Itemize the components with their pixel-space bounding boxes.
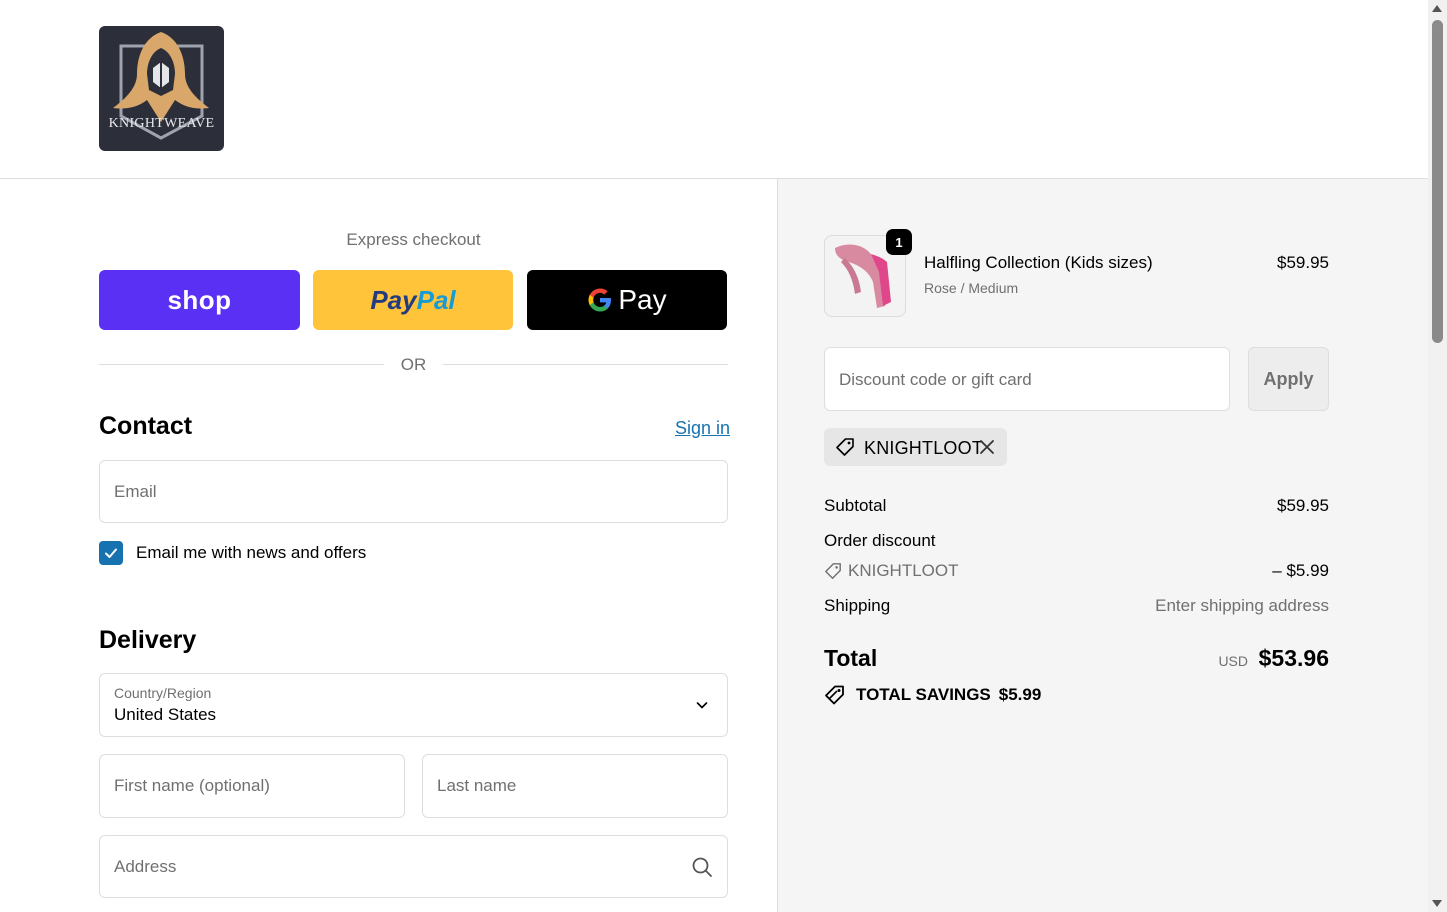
apply-discount-button[interactable]: Apply xyxy=(1248,347,1329,411)
product-variant: Rose / Medium xyxy=(924,280,1019,296)
tag-icon xyxy=(825,563,841,579)
tag-icon xyxy=(835,437,855,462)
paypal-label-part2: Pal xyxy=(416,284,456,315)
country-select[interactable]: Country/Region United States xyxy=(99,673,728,737)
express-checkout-title: Express checkout xyxy=(346,230,481,249)
product-name: Halfling Collection (Kids sizes) xyxy=(924,253,1153,272)
contact-title: Contact xyxy=(99,412,193,440)
subtotal-value: $59.95 xyxy=(1277,496,1329,515)
google-pay-label: Pay xyxy=(618,284,667,315)
google-g-icon xyxy=(587,287,613,313)
sign-in-link[interactable]: Sign in xyxy=(675,418,730,439)
address-field[interactable]: Address xyxy=(99,835,728,898)
header: KNIGHTWEAVE xyxy=(0,0,1428,179)
subtotal-label: Subtotal xyxy=(824,496,887,515)
discount-code-input[interactable]: Discount code or gift card xyxy=(824,347,1230,411)
remove-discount-icon[interactable] xyxy=(978,438,996,461)
divider-line-right xyxy=(443,364,728,365)
country-value: United States xyxy=(114,705,217,724)
newsletter-label: Email me with news and offers xyxy=(136,543,367,562)
or-label: OR xyxy=(400,355,427,374)
search-icon[interactable] xyxy=(691,856,713,883)
product-price: $59.95 xyxy=(1277,253,1329,272)
scrollbar-thumb[interactable] xyxy=(1432,20,1443,343)
total-savings-value: $5.99 xyxy=(998,685,1042,704)
applied-discount-code: KNIGHTLOOT xyxy=(864,438,984,458)
last-name-placeholder: Last name xyxy=(437,776,517,795)
chevron-down-icon xyxy=(695,698,709,717)
total-value: $53.96 xyxy=(1258,645,1329,671)
logo-text: KNIGHTWEAVE xyxy=(108,116,215,131)
email-field[interactable]: Email xyxy=(99,460,728,523)
total-savings-label: TOTAL SAVINGS xyxy=(856,685,991,704)
discount-placeholder: Discount code or gift card xyxy=(839,370,1032,389)
total-savings: TOTAL SAVINGS $5.99 xyxy=(824,684,1041,706)
savings-tag-icon xyxy=(825,685,844,705)
scroll-down-arrow-icon[interactable] xyxy=(1432,900,1442,907)
address-placeholder: Address xyxy=(114,857,177,876)
shop-pay-label: shop xyxy=(167,284,232,315)
checkmark-icon xyxy=(105,548,117,558)
shipping-value: Enter shipping address xyxy=(1155,596,1329,615)
paypal-button[interactable]: Pay Pal xyxy=(313,270,513,330)
email-placeholder: Email xyxy=(114,482,157,501)
or-divider: OR xyxy=(99,353,728,377)
newsletter-checkbox[interactable] xyxy=(99,541,123,565)
total-currency: USD xyxy=(1218,653,1248,669)
page-scrollbar[interactable] xyxy=(1428,0,1447,912)
quantity-badge: 1 xyxy=(886,229,912,255)
order-discount-label: Order discount xyxy=(824,531,936,550)
order-discount-value: – $5.99 xyxy=(1272,561,1329,580)
shop-pay-button[interactable]: shop xyxy=(99,270,300,330)
store-logo[interactable]: KNIGHTWEAVE xyxy=(99,26,224,151)
total-label: Total xyxy=(824,645,878,671)
knight-hood-logo-icon xyxy=(113,32,209,140)
scroll-up-arrow-icon[interactable] xyxy=(1432,5,1442,12)
delivery-title: Delivery xyxy=(99,626,197,654)
applied-discount-chip: KNIGHTLOOT xyxy=(824,428,1007,466)
country-label: Country/Region xyxy=(114,685,212,701)
google-pay-button[interactable]: Pay xyxy=(527,270,727,330)
first-name-field[interactable]: First name (optional) xyxy=(99,754,405,818)
order-discount-code: KNIGHTLOOT xyxy=(848,561,959,580)
shipping-label: Shipping xyxy=(824,596,891,615)
order-discount-code-row: KNIGHTLOOT xyxy=(824,561,959,581)
last-name-field[interactable]: Last name xyxy=(422,754,728,818)
first-name-placeholder: First name (optional) xyxy=(114,776,270,795)
paypal-label-part1: Pay xyxy=(370,284,417,315)
